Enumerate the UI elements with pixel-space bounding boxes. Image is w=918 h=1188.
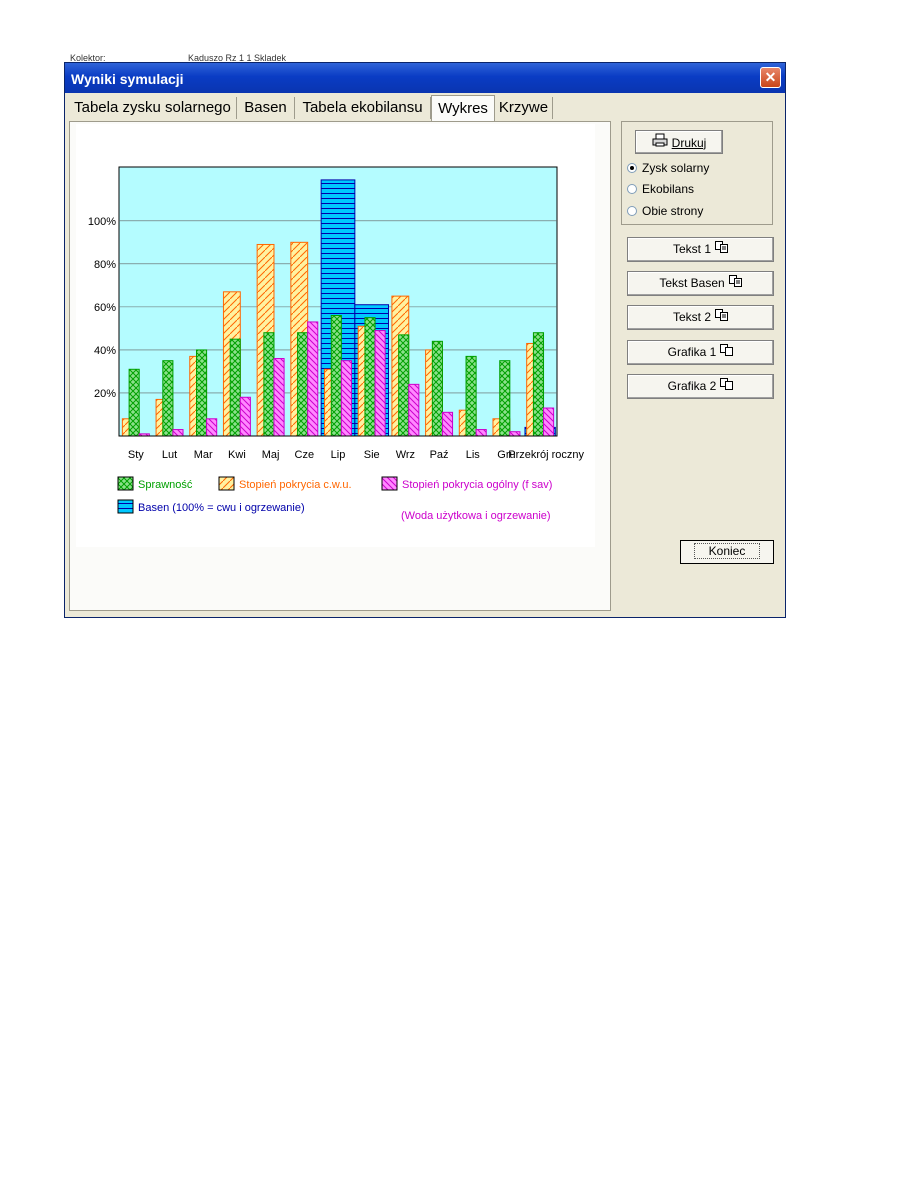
bar-pokrycie-ogolny (307, 321, 319, 437)
bar-sprawnosc (162, 360, 174, 437)
bar-sprawnosc (229, 338, 241, 437)
copy-text-icon (715, 306, 728, 329)
copy-graphic-2-button[interactable]: Grafika 2 (627, 374, 774, 399)
radio-solar-gain[interactable]: Zysk solarny (627, 161, 709, 175)
legend-swatch (117, 476, 134, 491)
x-tick-label: Sie (364, 449, 380, 461)
copy-graphic-icon (720, 341, 734, 364)
close-icon[interactable]: ✕ (760, 67, 781, 88)
window-title: Wyniki symulacji (71, 71, 184, 87)
bar-sprawnosc (330, 314, 342, 437)
tab-label: Wykres (438, 100, 488, 117)
x-tick-label: Lut (162, 449, 177, 461)
radio-label: Ekobilans (642, 182, 695, 196)
bar-pokrycie-ogolny (340, 360, 352, 437)
y-tick-label: 20% (94, 388, 116, 400)
x-tick-label: Sty (128, 449, 144, 461)
copy-text-icon (728, 272, 742, 295)
x-tick-label: Mar (194, 449, 213, 461)
bar-pokrycie-ogolny (206, 418, 218, 437)
tab-ecobalance-table[interactable]: Tabela ekobilansu (295, 97, 431, 119)
background-window-text: Kolektor: Kaduszo Rz 1 1 Skladek (70, 50, 330, 62)
legend-label: Stopień pokrycia c.w.u. (239, 479, 352, 491)
bar-pokrycie-ogolny (172, 429, 184, 437)
bar-pokrycie-ogolny (441, 411, 454, 437)
legend-swatch (117, 499, 134, 514)
button-label: Tekst 1 (672, 242, 711, 257)
tab-label: Basen (244, 99, 287, 116)
title-bar[interactable]: Wyniki symulacji ✕ (65, 63, 785, 93)
x-tick-label: Kwi (228, 449, 246, 461)
bar-pokrycie-ogolny (374, 330, 386, 437)
koniec-button-label: Koniec (693, 543, 761, 559)
bar-pokrycie-ogolny (239, 396, 251, 437)
x-tick-label: Wrz (396, 449, 415, 461)
background-label-kolektor: Kolektor: (70, 53, 106, 62)
x-tick-label: Cze (295, 449, 315, 461)
copy-graphic-icon (720, 375, 734, 398)
legend-label: Basen (100% = cwu i ogrzewanie) (138, 502, 305, 514)
legend-note: (Woda użytkowa i ogrzewanie) (401, 510, 551, 522)
bar-chart: 20% 40% 60% 80% 100% Sty Lut Mar Kwi Maj Cze Lip Sie… (88, 166, 585, 522)
bar-sprawnosc (128, 368, 140, 437)
button-label: Grafika 1 (667, 345, 717, 360)
x-tick-label: Lis (466, 449, 481, 461)
bar-sprawnosc (364, 317, 376, 437)
radio-both-sides[interactable]: Obie strony (627, 204, 703, 218)
button-label: Tekst 2 (672, 310, 711, 325)
bar-pokrycie-ogolny (273, 358, 285, 437)
bar-pokrycie-ogolny (408, 383, 420, 437)
copy-text-pool-button[interactable]: Tekst Basen (627, 271, 774, 296)
y-tick-label: 60% (94, 302, 116, 314)
x-tick-label: Przekrój roczny (508, 449, 584, 461)
tab-label: Tabela zysku solarnego (74, 99, 231, 116)
simulation-results-window: Wyniki symulacji ✕ Tabela zysku solarneg… (64, 62, 786, 618)
bar-sprawnosc (499, 360, 511, 437)
y-tick-label: 40% (94, 345, 116, 357)
tab-chart[interactable]: Wykres (431, 95, 495, 121)
bar-sprawnosc (297, 332, 309, 437)
tab-pool[interactable]: Basen (237, 97, 295, 119)
radio-indicator (627, 206, 637, 216)
legend-swatch (381, 476, 398, 491)
tab-label: Tabela ekobilansu (302, 99, 423, 116)
x-tick-label: Paź (430, 449, 449, 461)
tab-curves[interactable]: Krzywe (495, 97, 553, 119)
bar-sprawnosc (532, 332, 545, 437)
copy-graphic-1-button[interactable]: Grafika 1 (627, 340, 774, 365)
radio-label: Obie strony (642, 204, 704, 218)
radio-indicator (627, 184, 637, 194)
bar-sprawnosc (431, 340, 443, 437)
copy-text-1-button[interactable]: Tekst 1 (627, 237, 774, 262)
button-label: Tekst Basen (659, 276, 725, 291)
legend-label: Stopień pokrycia ogólny (f sav) (402, 479, 552, 491)
print-button[interactable]: Drukuj (635, 130, 723, 154)
bar-pokrycie-ogolny (543, 407, 555, 437)
x-tick-label: Lip (331, 449, 346, 461)
copy-text-2-button[interactable]: Tekst 2 (627, 305, 774, 330)
radio-label: Zysk solarny (642, 161, 710, 175)
button-label: Grafika 2 (667, 379, 717, 394)
chart-canvas: 20% 40% 60% 80% 100% Sty Lut Mar Kwi Maj Cze Lip Sie… (76, 124, 595, 547)
bar-sprawnosc (465, 355, 477, 437)
koniec-button[interactable]: Koniec (680, 540, 774, 564)
bar-sprawnosc (398, 334, 410, 437)
copy-text-icon (715, 238, 728, 261)
bar-sprawnosc (263, 332, 275, 437)
bar-pokrycie-ogolny (509, 431, 521, 437)
radio-selected-indicator (627, 163, 637, 173)
bar-sprawnosc (195, 349, 208, 437)
x-tick-label: Maj (262, 449, 280, 461)
legend-label: Sprawność (138, 479, 193, 491)
bar-pokrycie-ogolny (475, 429, 487, 437)
printer-icon (652, 132, 668, 154)
background-label-model: Kaduszo Rz 1 1 Skladek (188, 53, 287, 62)
tab-label: Krzywe (498, 99, 549, 116)
tab-solar-gain-table[interactable]: Tabela zysku solarnego (69, 97, 237, 119)
legend-swatch (218, 476, 235, 491)
print-button-label: Drukuj (671, 135, 707, 150)
y-tick-label: 100% (88, 216, 116, 228)
y-tick-label: 80% (94, 259, 116, 271)
radio-ecobalance[interactable]: Ekobilans (627, 182, 694, 196)
